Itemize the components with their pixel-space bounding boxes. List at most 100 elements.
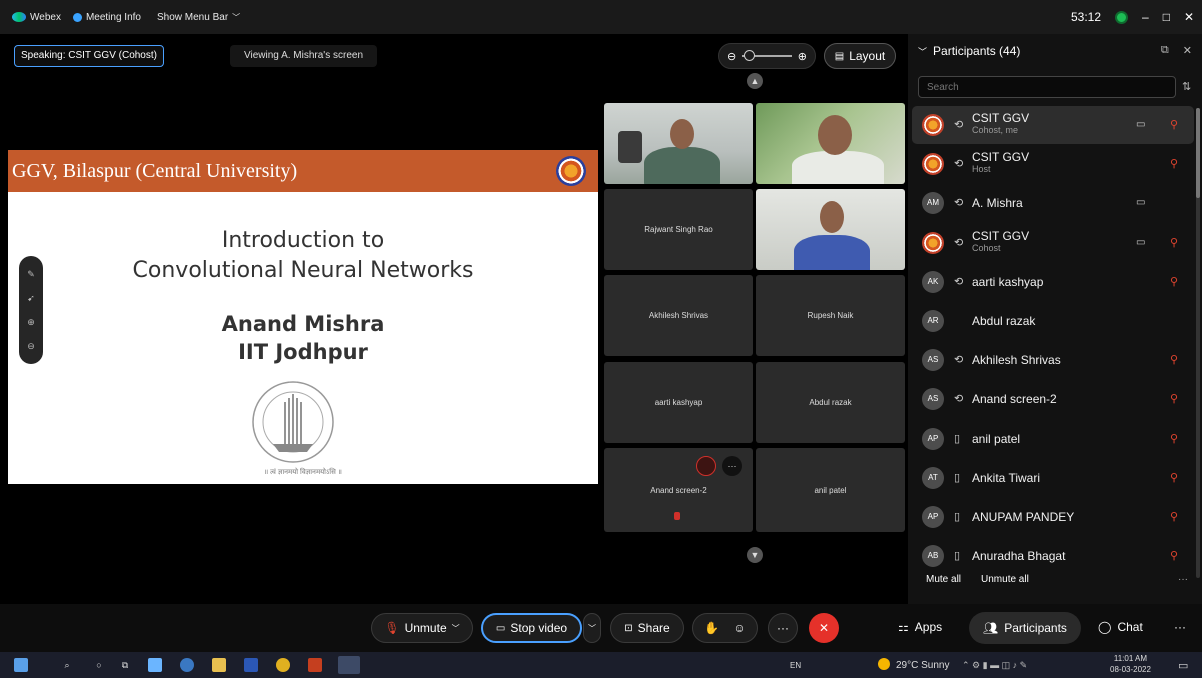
language-indicator[interactable]: EN — [790, 661, 801, 670]
participant-row[interactable]: AP ▯ ANUPAM PANDEY ⚲ — [912, 498, 1194, 536]
raise-hand-icon[interactable]: ✋ — [704, 621, 719, 635]
close-button[interactable]: ✕ — [1184, 10, 1194, 24]
video-tile[interactable] — [756, 189, 905, 270]
meeting-stage: Speaking: CSIT GGV (Cohost) Viewing A. M… — [0, 34, 906, 604]
meeting-info-button[interactable]: Meeting Info — [72, 12, 141, 23]
participant-row[interactable]: AK ⟲ aarti kashyap ⚲ — [912, 263, 1194, 301]
teams-icon[interactable] — [148, 658, 162, 672]
zoom-in-annot-icon[interactable]: ⊕ — [27, 317, 35, 328]
video-tile[interactable]: Anand screen-2 ··· — [604, 448, 753, 532]
zoom-in-icon[interactable]: ⊕ — [798, 50, 807, 63]
video-tile[interactable]: aarti kashyap — [604, 362, 753, 443]
panel-more-icon[interactable]: ··· — [1178, 574, 1188, 585]
participant-row[interactable]: AP ▯ anil patel ⚲ — [912, 420, 1194, 458]
apps-icon: ⚏ — [898, 620, 909, 634]
mic-muted-icon[interactable]: ⚲ — [1170, 118, 1178, 131]
participant-head — [820, 201, 844, 233]
participant-row[interactable]: AR Abdul razak — [912, 302, 1194, 340]
weather-label[interactable]: 29°C Sunny — [896, 660, 949, 671]
maximize-button[interactable]: □ — [1163, 10, 1170, 24]
pointer-icon[interactable]: ➹ — [27, 293, 35, 304]
task-view-icon[interactable]: ⧉ — [118, 658, 132, 672]
more-icon: ··· — [1174, 620, 1186, 634]
chat-button[interactable]: ◯ Chat — [1098, 620, 1143, 634]
video-tile[interactable]: Rupesh Naik — [756, 275, 905, 356]
video-options-chevron[interactable]: ﹀ — [583, 613, 601, 643]
zoom-slider[interactable] — [742, 50, 792, 61]
reactions-icon[interactable]: ☺ — [733, 621, 745, 635]
collapse-chevron-icon[interactable]: ﹀ — [918, 45, 927, 58]
annotation-toolbar[interactable]: ✎ ➹ ⊕ ⊖ — [19, 256, 43, 364]
chrome-icon[interactable] — [276, 658, 290, 672]
share-label: Share — [637, 621, 670, 635]
participant-row[interactable]: ⟲ CSIT GGV Host ⚲ — [912, 145, 1194, 183]
participant-row[interactable]: AM ⟲ A. Mishra ▭ — [912, 184, 1194, 222]
clock[interactable]: 11:01 AM 08-03-2022 — [1110, 653, 1151, 675]
unmute-button[interactable]: 🎙︎ Unmute ﹀ — [371, 613, 473, 643]
connection-status-icon[interactable] — [1115, 10, 1128, 24]
mic-muted-icon[interactable]: ⚲ — [1170, 510, 1178, 523]
system-tray-icons[interactable]: ⌃ ⚙ ▮ ▬ ◫ ♪ ✎ — [962, 660, 1027, 671]
participant-search-input[interactable] — [918, 76, 1176, 98]
participant-video — [794, 235, 870, 270]
zoom-control[interactable]: ⊖ ⊕ — [718, 43, 816, 69]
controls-more-button[interactable]: ··· — [1174, 620, 1186, 634]
search-icon[interactable]: ⌕ — [60, 658, 74, 672]
popout-icon[interactable]: ⧉ — [1161, 44, 1169, 57]
minimize-button[interactable]: – — [1142, 10, 1149, 24]
zoom-slider-handle[interactable] — [744, 50, 756, 61]
chevron-down-icon[interactable]: ﹀ — [452, 623, 460, 634]
video-tile[interactable]: Rajwant Singh Rao — [604, 189, 753, 270]
reactions-group[interactable]: ✋ ☺ — [692, 613, 758, 643]
mic-muted-icon[interactable]: ⚲ — [1170, 549, 1178, 562]
participant-row[interactable]: AS ⟲ Anand screen-2 ⚲ — [912, 380, 1194, 418]
video-tile[interactable]: anil patel — [756, 448, 905, 532]
unmute-all-button[interactable]: Unmute all — [981, 574, 1029, 585]
file-explorer-icon[interactable] — [212, 658, 226, 672]
layout-button[interactable]: ▤ Layout — [824, 43, 896, 69]
mic-muted-icon[interactable]: ⚲ — [1170, 432, 1178, 445]
video-tile[interactable]: Abdul razak — [756, 362, 905, 443]
photoshop-icon[interactable] — [244, 658, 258, 672]
participant-row[interactable]: AB ▯ Anuradha Bhagat ⚲ — [912, 537, 1194, 575]
unmute-label: Unmute — [404, 621, 447, 635]
more-options-button[interactable]: ··· — [768, 613, 798, 643]
mic-muted-icon[interactable]: ⚲ — [1170, 353, 1178, 366]
tiles-scroll-down-button[interactable]: ▼ — [747, 547, 763, 563]
participant-list-scrollbar[interactable] — [1196, 108, 1200, 578]
mic-muted-icon[interactable]: ⚲ — [1170, 471, 1178, 484]
start-icon[interactable] — [14, 658, 28, 672]
powerpoint-icon[interactable] — [308, 658, 322, 672]
tile-menu-icon[interactable]: ··· — [722, 456, 742, 476]
mic-muted-icon[interactable]: ⚲ — [1170, 392, 1178, 405]
leave-meeting-button[interactable]: ✕ — [809, 613, 839, 643]
video-tile[interactable] — [756, 103, 905, 184]
participants-button[interactable]: 👥︎ Participants — [969, 612, 1081, 644]
participant-role: Host — [972, 164, 991, 175]
participant-row[interactable]: ⟲ CSIT GGV Cohost ▭ ⚲ — [912, 224, 1194, 262]
zoom-out-annot-icon[interactable]: ⊖ — [27, 341, 35, 352]
maps-icon[interactable] — [180, 658, 194, 672]
participant-row[interactable]: ⟲ CSIT GGV Cohost, me ▭ ⚲ — [912, 106, 1194, 144]
stop-video-button[interactable]: ▭ Stop video — [481, 613, 582, 643]
participant-row[interactable]: AS ⟲ Akhilesh Shrivas ⚲ — [912, 341, 1194, 379]
mic-muted-icon[interactable]: ⚲ — [1170, 236, 1178, 249]
webex-taskbar-icon[interactable] — [338, 656, 360, 674]
video-tile[interactable] — [604, 103, 753, 184]
share-button[interactable]: ⊡ Share — [610, 613, 684, 643]
apps-button[interactable]: ⚏ Apps — [898, 620, 942, 634]
sort-icon[interactable]: ⇅ — [1182, 80, 1191, 93]
show-menu-bar-button[interactable]: Show Menu Bar ﹀ — [153, 12, 240, 23]
webex-app-menu[interactable]: Webex — [12, 12, 61, 23]
mic-muted-icon[interactable]: ⚲ — [1170, 275, 1178, 288]
notification-icon[interactable]: ▭ — [1178, 659, 1188, 672]
mic-muted-icon[interactable]: ⚲ — [1170, 157, 1178, 170]
close-panel-icon[interactable]: ✕ — [1183, 44, 1192, 57]
video-tile[interactable]: Akhilesh Shrivas — [604, 275, 753, 356]
pen-icon[interactable]: ✎ — [27, 269, 35, 280]
tiles-scroll-up-button[interactable]: ▲ — [747, 73, 763, 89]
zoom-out-icon[interactable]: ⊖ — [727, 50, 736, 63]
participant-row[interactable]: AT ▯ Ankita Tiwari ⚲ — [912, 459, 1194, 497]
cortana-icon[interactable]: ○ — [92, 658, 106, 672]
mute-all-button[interactable]: Mute all — [926, 574, 961, 585]
